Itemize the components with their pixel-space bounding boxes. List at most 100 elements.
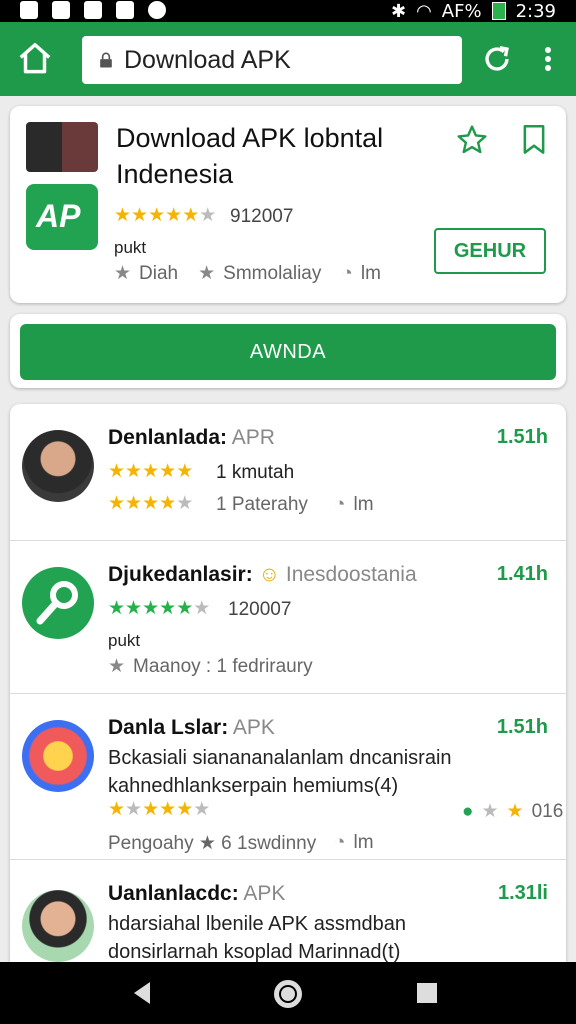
star-icon: ★: [176, 598, 194, 619]
refresh-icon: [485, 45, 509, 71]
star-icon: ★: [176, 493, 194, 514]
rating-stars: ★ ★ ★ ★ ★: [108, 462, 193, 482]
meta-text: Maanoy : 1 fedriraury: [133, 655, 313, 677]
star-icon: ★: [199, 205, 217, 226]
list-item[interactable]: Djukedanlasir: ☺ Inesdoostania 1.41h ★ ★ ★…: [10, 540, 566, 694]
clock-icon: ◔: [334, 832, 346, 853]
rating-stars: ★ ★ ★ ★ ★ ★: [114, 206, 216, 226]
time-label: lm: [353, 832, 374, 853]
list-item-title: Uanlanlacdc: APK: [108, 882, 286, 905]
star-icon: ★: [481, 801, 499, 822]
emoji-icon: ☺: [258, 563, 281, 586]
star-icon: ★: [108, 598, 126, 619]
bookmark-icon: [523, 125, 545, 154]
list-item[interactable]: Danla Lslar: APK 1.51h Bckasiali sianana…: [10, 693, 566, 860]
back-icon: [134, 982, 150, 1004]
star-icon: ★: [114, 205, 132, 226]
recents-button[interactable]: [416, 982, 438, 1004]
overflow-menu-button[interactable]: [536, 40, 560, 78]
rating-stars: ★ ★ ★ ★ ★ ★: [108, 599, 210, 619]
home-nav-button[interactable]: [272, 978, 304, 1010]
bookmark-button[interactable]: [520, 124, 548, 156]
star-icon: ★: [148, 205, 166, 226]
notification-icon: [84, 1, 102, 19]
list-item-meta: ★ Maanoy : 1 fedriraury: [108, 655, 313, 678]
download-button[interactable]: AWNDA: [20, 324, 556, 380]
star-icon: ★: [159, 461, 177, 482]
list-item-title: Danla Lslar: APK: [108, 716, 275, 739]
list-item-title: Denlanlada: APR: [108, 426, 275, 449]
star-icon: ★: [165, 205, 183, 226]
description-line2: kahnedhlankserpain hemiums(4): [108, 775, 399, 797]
back-button[interactable]: [130, 980, 154, 1006]
star-icon: ★: [198, 263, 216, 284]
home-button[interactable]: [16, 40, 54, 78]
star-outline-icon: [457, 125, 487, 154]
app-badge-icon: ●: [462, 800, 474, 822]
list-item-size: 1.41h: [496, 563, 548, 585]
notification-icon: [20, 1, 38, 19]
clock: 2:39: [515, 0, 556, 22]
list-item-tag: pukt: [108, 631, 141, 650]
app-meta: ★ Diah ★ Smmolaliay ◔ lm: [114, 262, 381, 285]
star-icon: ★: [125, 799, 143, 820]
list-item-rating-text: 1 kmutah: [216, 462, 295, 483]
status-bar: ✱ ◠ AF% 2:39: [0, 0, 576, 22]
list-item-size: 1.51h: [496, 716, 548, 738]
app-list: Denlanlada: APR 1.51h ★ ★ ★ ★ ★ 1 kmutah ★ ★ ★…: [10, 404, 566, 974]
app-hero-card: AP Download APK lobntal Indenesia ★ ★ ★ ★ ★ ★…: [10, 106, 566, 303]
avatar: [22, 720, 94, 792]
bluetooth-icon: ✱: [390, 0, 407, 22]
app-logo: AP: [26, 184, 98, 250]
list-item-meta: Pengoahy ★ 6 1swdinny: [108, 833, 317, 854]
clock-icon: ◔: [334, 494, 346, 515]
star-icon: ★: [142, 461, 160, 482]
app-title-line2: Indenesia: [116, 159, 234, 189]
app-logo-icon: [36, 581, 78, 625]
list-item[interactable]: Uanlanlacdc: APK 1.31li hdarsiahal lbeni…: [10, 859, 566, 974]
star-icon: ★: [108, 461, 126, 482]
star-icon: ★: [131, 205, 149, 226]
star-icon: ★: [142, 799, 160, 820]
favorite-button[interactable]: [456, 124, 488, 156]
star-icon: ★: [125, 493, 143, 514]
description-line1: hdarsiahal lbenile APK assmdban: [108, 913, 406, 935]
refresh-button[interactable]: [480, 40, 514, 78]
star-icon: ★: [125, 598, 143, 619]
rating-stars: ★ ★ ★ ★ ★ ★: [108, 800, 210, 820]
list-item[interactable]: Denlanlada: APR 1.51h ★ ★ ★ ★ ★ 1 kmutah ★ ★ ★…: [10, 404, 566, 540]
browser-toolbar: Download APK: [0, 22, 576, 96]
notification-icon: [116, 1, 134, 19]
star-icon: ★: [108, 656, 126, 677]
star-icon: ★: [142, 598, 160, 619]
clock-icon: ◔: [341, 262, 353, 284]
home-circle-icon: [274, 980, 302, 1008]
avatar: [22, 890, 94, 962]
star-icon: ★: [114, 263, 132, 284]
star-icon: ★: [125, 461, 143, 482]
avatar: [22, 567, 94, 639]
notification-icon: [52, 1, 70, 19]
list-item-time: ◔ lm: [334, 494, 374, 516]
url-bar[interactable]: Download APK: [82, 36, 462, 84]
list-item-title: Djukedanlasir: ☺ Inesdoostania: [108, 563, 417, 586]
avatar: [22, 430, 94, 502]
star-icon: ★: [176, 799, 194, 820]
meta-time: lm: [360, 262, 381, 284]
app-title-line1: Download APK lobntal: [116, 123, 384, 153]
list-item-time: ◔ lm: [334, 832, 374, 854]
star-icon: ★: [193, 598, 211, 619]
notification-icon: [148, 1, 166, 19]
app-screenshot-thumbnail[interactable]: [26, 122, 98, 172]
star-icon: ★: [142, 493, 160, 514]
recents-icon: [417, 983, 437, 1003]
app-title: Download APK lobntal Indenesia: [116, 120, 436, 192]
star-icon: ★: [193, 799, 211, 820]
rating-stars: ★ ★ ★ ★ ★: [108, 494, 193, 514]
list-item-meta: 1 Paterahy: [216, 494, 308, 515]
list-item-size: 1.31li: [497, 882, 548, 904]
meta-author: Diah: [139, 262, 179, 284]
star-icon: ★: [108, 799, 126, 820]
home-icon: [19, 43, 51, 74]
get-button[interactable]: GEHUR: [434, 228, 546, 274]
